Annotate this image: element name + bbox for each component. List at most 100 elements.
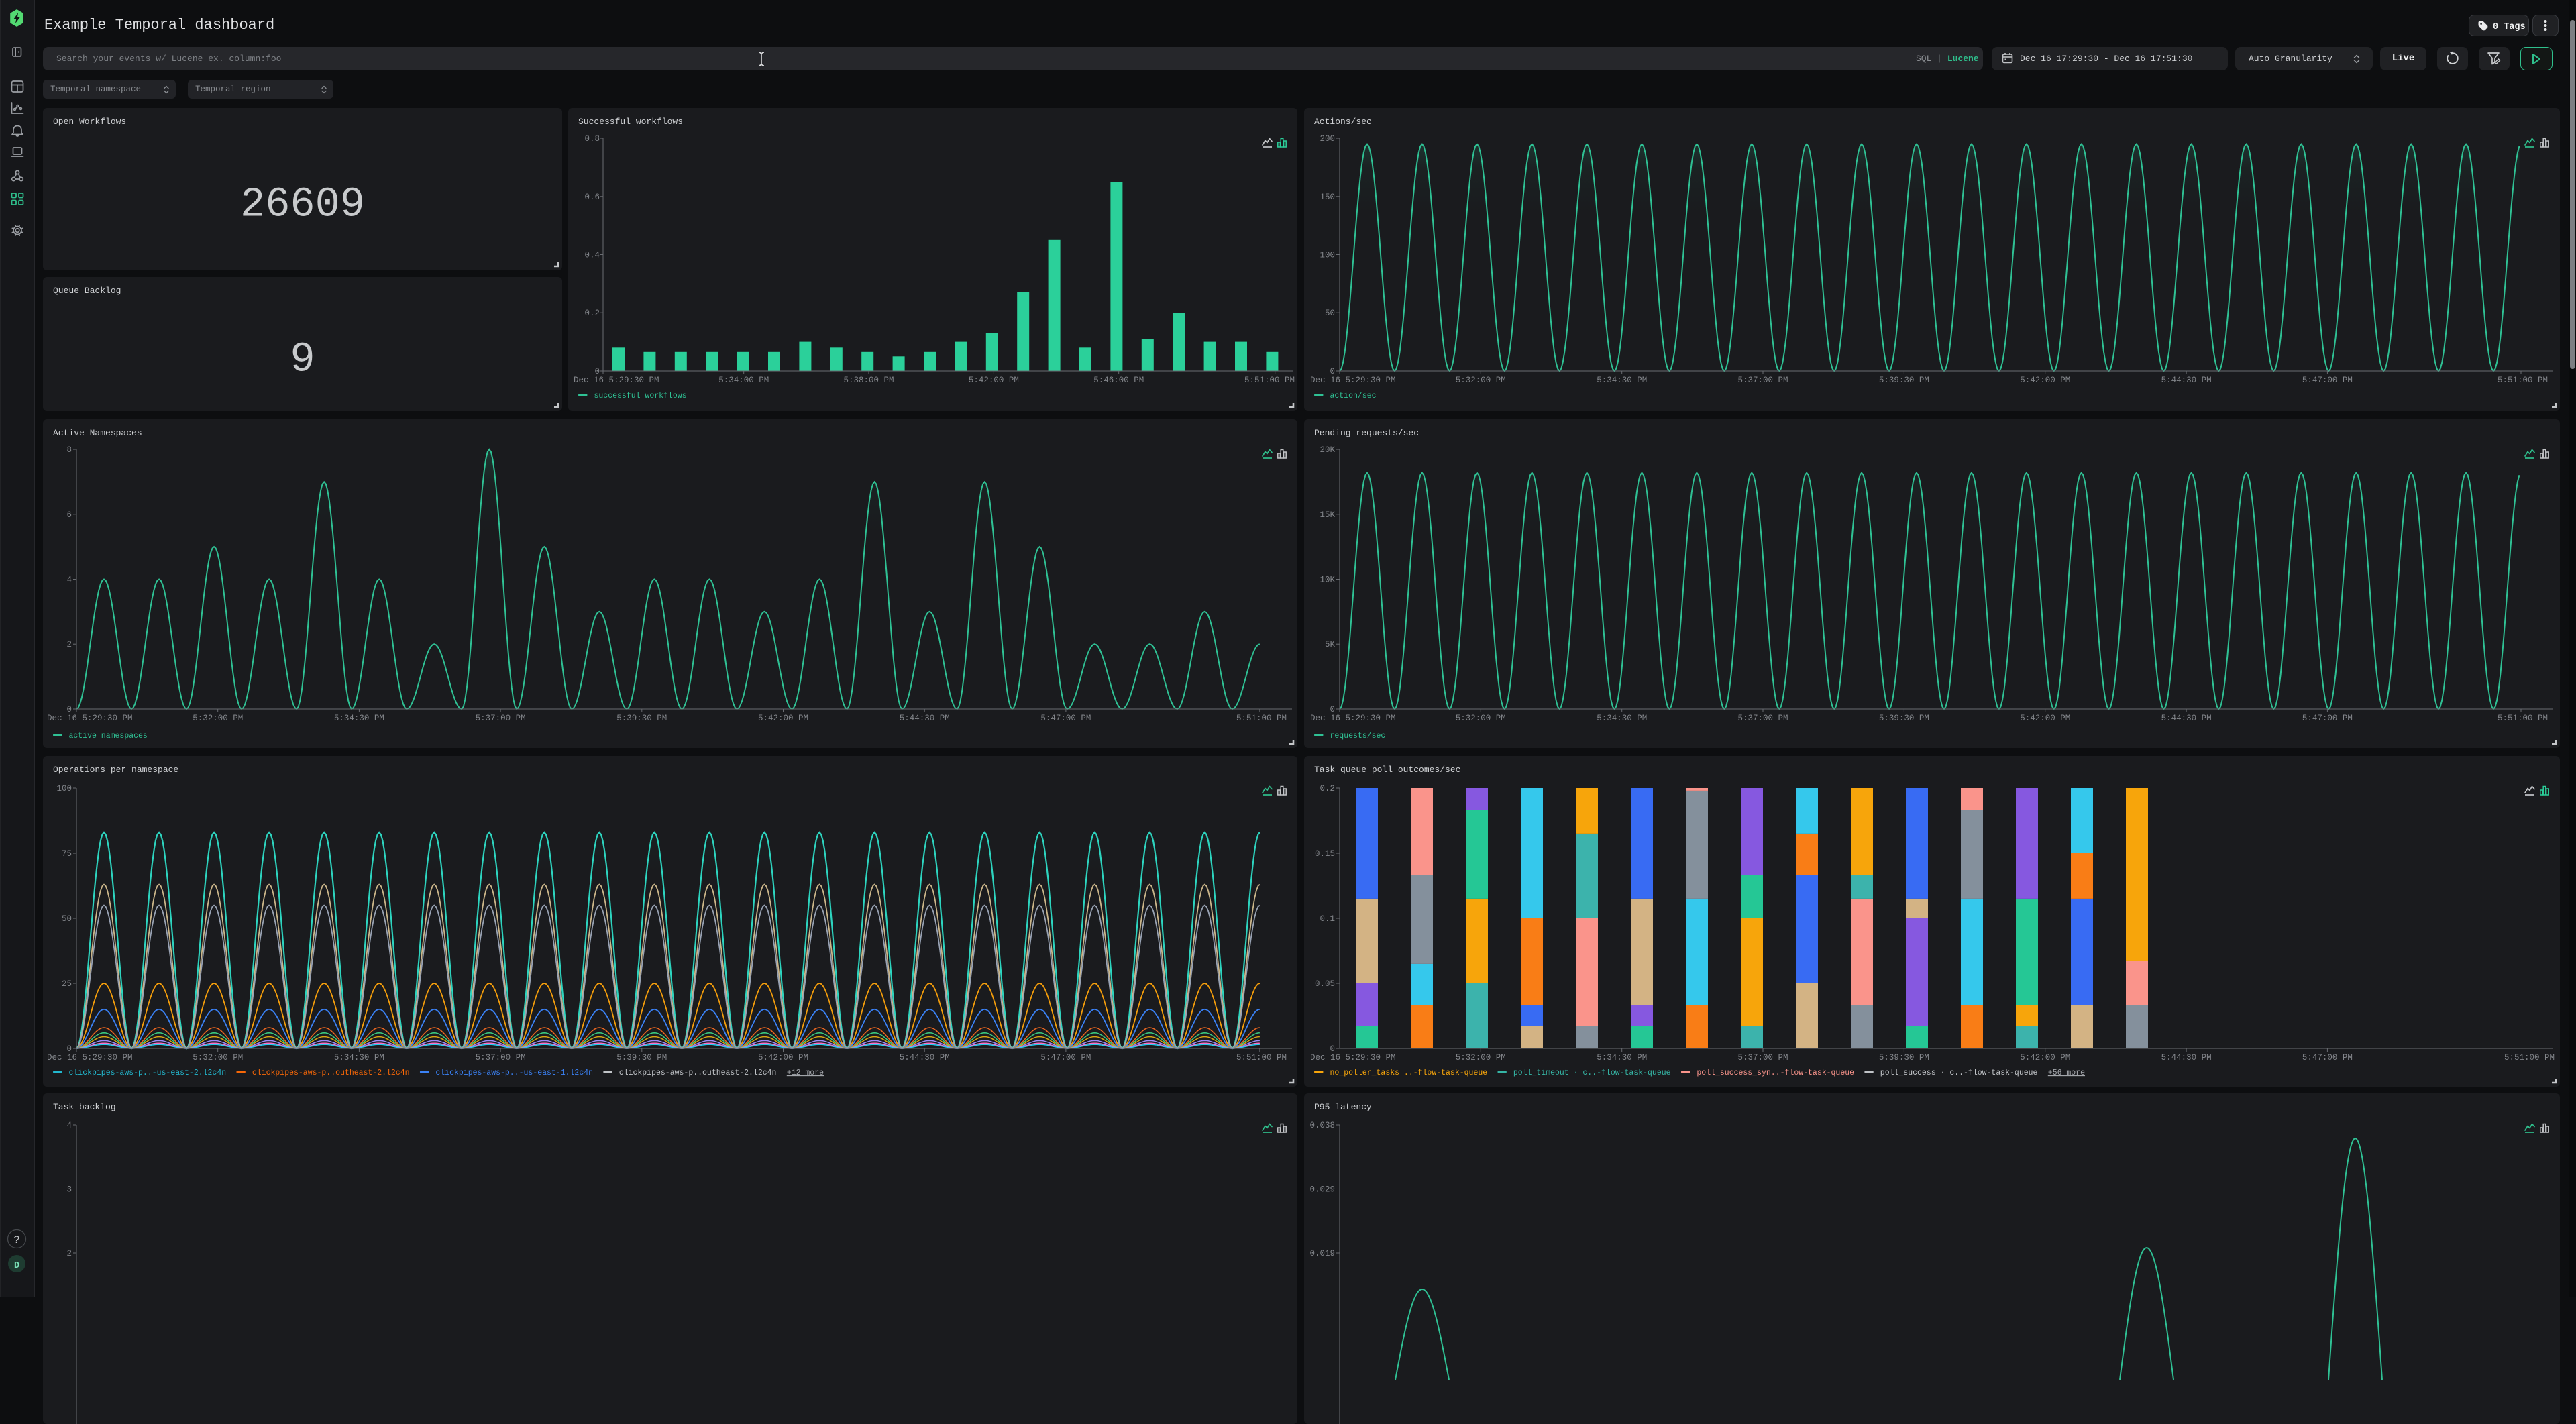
svg-text:Dec 16 5:29:30 PM: Dec 16 5:29:30 PM bbox=[47, 1053, 133, 1062]
svg-text:4: 4 bbox=[66, 576, 72, 585]
svg-text:Dec 16 5:29:30 PM: Dec 16 5:29:30 PM bbox=[574, 376, 659, 385]
svg-text:3: 3 bbox=[66, 1185, 72, 1195]
svg-text:5:44:30 PM: 5:44:30 PM bbox=[900, 1053, 950, 1062]
svg-text:clickpipes-aws-p..-us-east-1.l: clickpipes-aws-p..-us-east-1.l2c4n bbox=[435, 1069, 593, 1077]
svg-text:5:51:00 PM: 5:51:00 PM bbox=[2498, 376, 2548, 385]
svg-text:+12 more: +12 more bbox=[787, 1069, 824, 1077]
svg-text:0: 0 bbox=[66, 1044, 72, 1054]
svg-text:15K: 15K bbox=[1320, 510, 1335, 520]
svg-text:0.019: 0.019 bbox=[1309, 1249, 1335, 1258]
svg-text:0.038: 0.038 bbox=[1309, 1121, 1335, 1130]
svg-text:5:37:00 PM: 5:37:00 PM bbox=[476, 1053, 526, 1062]
svg-text:5:51:00 PM: 5:51:00 PM bbox=[1244, 376, 1295, 385]
svg-text:Dec 16 5:29:30 PM: Dec 16 5:29:30 PM bbox=[1310, 714, 1396, 723]
svg-text:no_poller_tasks ..-flow-task-q: no_poller_tasks ..-flow-task-queue bbox=[1330, 1069, 1488, 1077]
svg-text:5:34:30 PM: 5:34:30 PM bbox=[334, 1053, 384, 1062]
svg-text:5:37:00 PM: 5:37:00 PM bbox=[1737, 1053, 1788, 1062]
svg-text:Dec 16 5:29:30 PM: Dec 16 5:29:30 PM bbox=[47, 714, 133, 723]
svg-text:successful workflows: successful workflows bbox=[594, 392, 687, 400]
svg-text:5:37:00 PM: 5:37:00 PM bbox=[1737, 376, 1788, 385]
svg-text:active namespaces: active namespaces bbox=[69, 732, 148, 741]
svg-text:5:42:00 PM: 5:42:00 PM bbox=[758, 714, 808, 723]
svg-text:5:51:00 PM: 5:51:00 PM bbox=[2498, 714, 2548, 723]
svg-text:5:32:00 PM: 5:32:00 PM bbox=[1456, 376, 1506, 385]
svg-text:5:39:30 PM: 5:39:30 PM bbox=[1879, 376, 1929, 385]
svg-text:5:42:00 PM: 5:42:00 PM bbox=[969, 376, 1019, 385]
svg-text:5:44:30 PM: 5:44:30 PM bbox=[900, 714, 950, 723]
svg-text:0: 0 bbox=[1330, 705, 1335, 714]
svg-text:0.2: 0.2 bbox=[584, 309, 600, 318]
svg-text:poll_timeout · c..-flow-task-q: poll_timeout · c..-flow-task-queue bbox=[1513, 1069, 1671, 1077]
svg-text:D: D bbox=[14, 1261, 19, 1271]
svg-text:5:34:30 PM: 5:34:30 PM bbox=[334, 714, 384, 723]
svg-text:Dec 16 5:29:30 PM: Dec 16 5:29:30 PM bbox=[1310, 376, 1396, 385]
svg-text:5:37:00 PM: 5:37:00 PM bbox=[1737, 714, 1788, 723]
svg-text:5:51:00 PM: 5:51:00 PM bbox=[2504, 1053, 2555, 1062]
svg-text:requests/sec: requests/sec bbox=[1330, 732, 1386, 741]
svg-text:100: 100 bbox=[56, 784, 72, 793]
svg-text:9: 9 bbox=[290, 336, 315, 384]
svg-text:5:39:30 PM: 5:39:30 PM bbox=[1879, 1053, 1929, 1062]
svg-text:5:47:00 PM: 5:47:00 PM bbox=[1040, 1053, 1091, 1062]
svg-text:20K: 20K bbox=[1320, 445, 1335, 455]
svg-text:0: 0 bbox=[66, 705, 72, 714]
svg-text:100: 100 bbox=[1320, 251, 1335, 260]
svg-text:5K: 5K bbox=[1325, 640, 1336, 649]
svg-text:5:42:00 PM: 5:42:00 PM bbox=[758, 1053, 808, 1062]
svg-text:poll_success · c..-flow-task-q: poll_success · c..-flow-task-queue bbox=[1880, 1069, 2038, 1077]
svg-text:5:42:00 PM: 5:42:00 PM bbox=[2020, 1053, 2070, 1062]
svg-text:0.4: 0.4 bbox=[584, 251, 600, 260]
svg-text:5:39:30 PM: 5:39:30 PM bbox=[1879, 714, 1929, 723]
svg-text:5:47:00 PM: 5:47:00 PM bbox=[2302, 714, 2353, 723]
svg-text:5:34:30 PM: 5:34:30 PM bbox=[1597, 714, 1647, 723]
svg-text:5:46:00 PM: 5:46:00 PM bbox=[1093, 376, 1144, 385]
svg-text:50: 50 bbox=[62, 914, 72, 924]
svg-text:200: 200 bbox=[1320, 134, 1335, 144]
svg-text:5:39:30 PM: 5:39:30 PM bbox=[616, 1053, 667, 1062]
svg-text:25: 25 bbox=[62, 979, 72, 989]
svg-text:5:38:00 PM: 5:38:00 PM bbox=[843, 376, 894, 385]
svg-text:5:34:30 PM: 5:34:30 PM bbox=[1597, 376, 1647, 385]
svg-text:5:34:00 PM: 5:34:00 PM bbox=[718, 376, 769, 385]
svg-text:5:42:00 PM: 5:42:00 PM bbox=[2020, 714, 2070, 723]
svg-text:4: 4 bbox=[66, 1121, 72, 1130]
svg-text:5:39:30 PM: 5:39:30 PM bbox=[616, 714, 667, 723]
svg-text:5:44:30 PM: 5:44:30 PM bbox=[2161, 376, 2212, 385]
svg-text:5:34:30 PM: 5:34:30 PM bbox=[1597, 1053, 1647, 1062]
svg-text:0.15: 0.15 bbox=[1315, 849, 1335, 859]
svg-text:0.05: 0.05 bbox=[1315, 979, 1335, 989]
svg-text:0.2: 0.2 bbox=[1320, 784, 1335, 793]
svg-text:50: 50 bbox=[1325, 309, 1335, 318]
svg-text:10K: 10K bbox=[1320, 576, 1335, 585]
svg-text:5:44:30 PM: 5:44:30 PM bbox=[2161, 1053, 2212, 1062]
svg-text:?: ? bbox=[13, 1234, 20, 1246]
svg-text:0 Tags: 0 Tags bbox=[2493, 22, 2526, 32]
svg-text:5:32:00 PM: 5:32:00 PM bbox=[193, 1053, 243, 1062]
svg-text:5:47:00 PM: 5:47:00 PM bbox=[2302, 1053, 2353, 1062]
svg-text:5:44:30 PM: 5:44:30 PM bbox=[2161, 714, 2212, 723]
svg-text:0: 0 bbox=[1330, 367, 1335, 376]
svg-text:2: 2 bbox=[66, 640, 72, 649]
svg-text:5:32:00 PM: 5:32:00 PM bbox=[193, 714, 243, 723]
svg-text:5:32:00 PM: 5:32:00 PM bbox=[1456, 714, 1506, 723]
svg-text:5:32:00 PM: 5:32:00 PM bbox=[1456, 1053, 1506, 1062]
svg-text:5:51:00 PM: 5:51:00 PM bbox=[1236, 1053, 1287, 1062]
svg-text:0: 0 bbox=[1330, 1044, 1335, 1054]
svg-text:action/sec: action/sec bbox=[1330, 392, 1377, 400]
svg-text:2: 2 bbox=[66, 1249, 72, 1258]
svg-text:5:47:00 PM: 5:47:00 PM bbox=[2302, 376, 2353, 385]
svg-text:26609: 26609 bbox=[240, 181, 365, 229]
svg-text:clickpipes-aws-p..outheast-2.l: clickpipes-aws-p..outheast-2.l2c4n bbox=[619, 1069, 777, 1077]
svg-text:5:47:00 PM: 5:47:00 PM bbox=[1040, 714, 1091, 723]
svg-text:+56 more: +56 more bbox=[2048, 1069, 2085, 1077]
svg-text:8: 8 bbox=[66, 445, 72, 455]
svg-text:5:37:00 PM: 5:37:00 PM bbox=[476, 714, 526, 723]
svg-text:0.029: 0.029 bbox=[1309, 1185, 1335, 1195]
svg-text:75: 75 bbox=[62, 849, 72, 859]
svg-text:0: 0 bbox=[594, 367, 600, 376]
svg-text:poll_success_syn..-flow-task-q: poll_success_syn..-flow-task-queue bbox=[1697, 1069, 1854, 1077]
svg-text:clickpipes-aws-p..-us-east-2.l: clickpipes-aws-p..-us-east-2.l2c4n bbox=[69, 1069, 227, 1077]
svg-text:5:42:00 PM: 5:42:00 PM bbox=[2020, 376, 2070, 385]
svg-text:6: 6 bbox=[66, 510, 72, 520]
svg-text:Dec 16 5:29:30 PM: Dec 16 5:29:30 PM bbox=[1310, 1053, 1396, 1062]
